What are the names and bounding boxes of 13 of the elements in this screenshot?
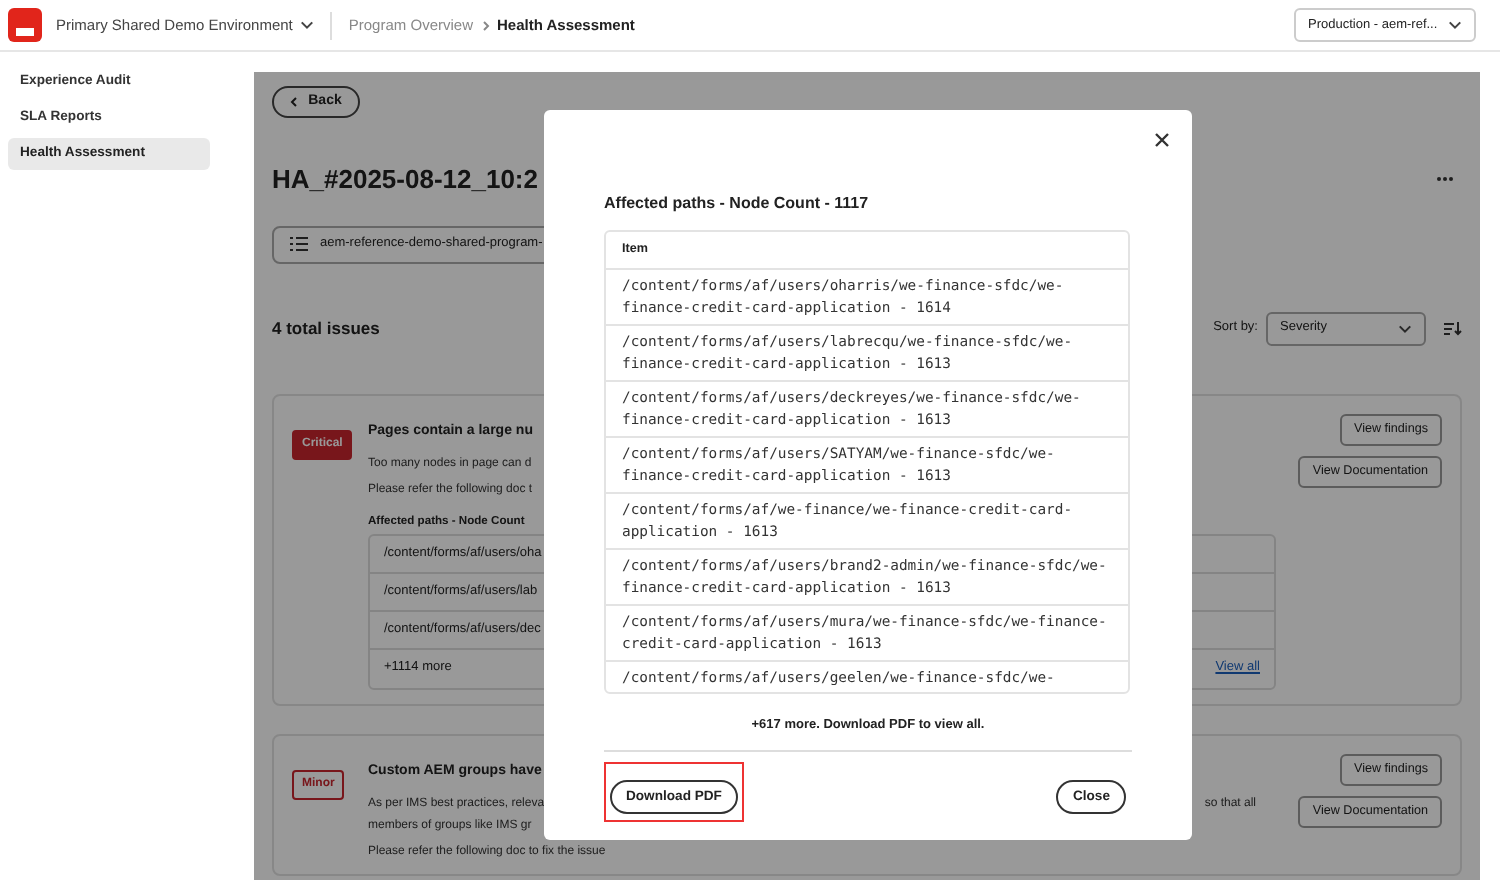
- modal-title: Affected paths - Node Count - 1117: [604, 192, 871, 216]
- close-icon[interactable]: [1154, 132, 1170, 148]
- chevron-left-icon: [290, 96, 299, 108]
- chevron-right-icon: [481, 19, 489, 31]
- more-options-icon[interactable]: [1436, 176, 1454, 183]
- list-icon: [290, 236, 308, 252]
- chevron-down-icon: [1398, 323, 1412, 333]
- app-logo-icon[interactable]: [8, 8, 42, 42]
- chevron-down-icon: [300, 20, 315, 30]
- page-title: HA_#2025-08-12_10:2: [272, 162, 538, 198]
- sort-order-icon[interactable]: [1444, 321, 1462, 335]
- chevron-down-icon: [1448, 20, 1462, 30]
- total-issues-count: 4 total issues: [272, 315, 380, 341]
